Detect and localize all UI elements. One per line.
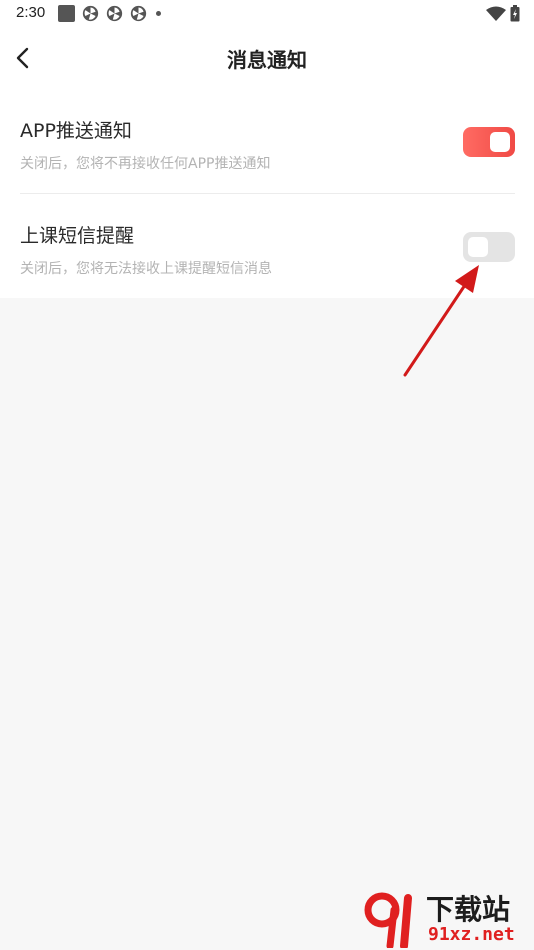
status-time: 2:30 bbox=[16, 4, 46, 21]
watermark: 下载站 91xz.net bbox=[364, 888, 534, 950]
navigation-bar: 消息通知 bbox=[0, 28, 534, 90]
setting-title: 上课短信提醒 bbox=[20, 225, 135, 247]
page-title: 消息通知 bbox=[227, 48, 307, 72]
watermark-logo bbox=[364, 892, 412, 948]
wifi-icon bbox=[486, 6, 506, 21]
app-push-toggle[interactable] bbox=[463, 127, 515, 157]
toggle-knob bbox=[490, 132, 510, 152]
divider bbox=[20, 193, 515, 194]
fan-icon bbox=[130, 5, 147, 22]
notification-icons bbox=[58, 5, 161, 22]
setting-title: APP推送通知 bbox=[20, 120, 132, 142]
setting-app-push: APP推送通知 关闭后，您将不再接收任何APP推送通知 bbox=[20, 116, 515, 173]
battery-icon bbox=[510, 5, 520, 22]
toggle-knob bbox=[468, 237, 488, 257]
more-notifications-dot bbox=[156, 11, 161, 16]
watermark-domain: 91xz.net bbox=[428, 924, 515, 945]
app-notification-icon bbox=[58, 5, 75, 22]
fan-icon bbox=[82, 5, 99, 22]
watermark-title: 下载站 bbox=[426, 893, 511, 926]
setting-description: 关闭后，您将不再接收任何APP推送通知 bbox=[20, 156, 271, 172]
annotation-arrow bbox=[403, 265, 479, 377]
status-right-icons bbox=[486, 5, 520, 22]
status-bar: 2:30 bbox=[0, 0, 534, 28]
fan-icon bbox=[106, 5, 123, 22]
